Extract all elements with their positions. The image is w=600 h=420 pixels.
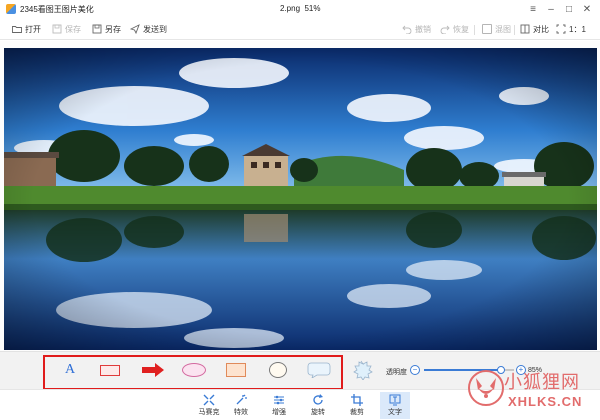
text-icon — [389, 394, 401, 406]
tab-enhance[interactable]: 增强 — [264, 392, 294, 419]
arrow-icon — [142, 363, 164, 377]
toolbar-divider — [474, 25, 475, 35]
save-label: 保存 — [65, 24, 81, 34]
menu-icon[interactable]: ≡ — [524, 2, 542, 16]
cloud-bubble-tool-button[interactable] — [348, 360, 374, 380]
rotate-icon — [312, 394, 324, 406]
save-as-icon — [92, 24, 102, 34]
compare-label: 对比 — [533, 24, 549, 34]
tab-text[interactable]: 文字 — [380, 392, 410, 419]
mosaic-icon — [203, 394, 215, 406]
save-as-label: 另存 — [105, 24, 121, 34]
image-canvas[interactable] — [0, 41, 600, 351]
zoom-level: 51% — [304, 4, 321, 13]
text-tool-button[interactable]: A — [62, 362, 78, 378]
tab-label: 马赛克 — [198, 409, 220, 416]
site-watermark: 小狐狸网 XHLKS.CN — [468, 362, 600, 418]
template-button[interactable]: 混图 — [482, 22, 511, 36]
compare-button[interactable]: 对比 — [520, 22, 549, 36]
redo-button[interactable]: 恢复 — [440, 22, 469, 36]
tab-label: 裁剪 — [350, 409, 364, 416]
tab-label: 旋转 — [311, 409, 325, 416]
toolbar: 打开 保存 另存 发送到 撤销 恢复 混图 对比 1：1 — [0, 18, 600, 40]
circle-icon — [269, 362, 287, 378]
watermark-en-text: XHLKS.CN — [508, 394, 583, 409]
rounded-rect-tool-button[interactable] — [224, 362, 248, 378]
minimize-icon[interactable]: – — [542, 2, 560, 16]
fit-icon — [556, 24, 566, 34]
tab-label: 增强 — [272, 409, 286, 416]
open-label: 打开 — [25, 24, 41, 34]
app-title: 2345看图王图片美化 — [20, 4, 94, 14]
actual-size-button[interactable]: 1：1 — [556, 22, 586, 36]
compare-icon — [520, 24, 530, 34]
watermark-cn-text: 小狐狸网 — [504, 372, 580, 393]
opacity-decrease-button[interactable]: − — [410, 365, 420, 375]
undo-button[interactable]: 撤销 — [402, 22, 431, 36]
circle-tool-button[interactable] — [266, 362, 290, 378]
arrow-tool-button[interactable] — [140, 362, 166, 378]
burst-bubble-icon — [353, 360, 373, 380]
tab-label: 特效 — [234, 409, 248, 416]
title-bar: 2345看图王图片美化 2.png 51% ≡ – □ ✕ — [0, 0, 600, 18]
fox-logo-icon — [468, 370, 504, 406]
send-to-button[interactable]: 发送到 — [129, 22, 167, 36]
save-button[interactable]: 保存 — [52, 22, 81, 36]
toolbar-divider — [514, 25, 515, 35]
speech-bubble-icon — [307, 362, 331, 378]
save-as-button[interactable]: 另存 — [92, 22, 121, 36]
folder-icon — [12, 24, 22, 34]
tab-effects[interactable]: 特效 — [226, 392, 256, 419]
app-logo-icon — [6, 4, 16, 14]
tab-mosaic[interactable]: 马赛克 — [194, 392, 224, 419]
opacity-label: 透明度 — [386, 369, 407, 376]
send-icon — [129, 24, 140, 35]
send-to-label: 发送到 — [143, 24, 167, 34]
undo-label: 撤销 — [415, 24, 431, 34]
redo-label: 恢复 — [453, 24, 469, 34]
text-tool-icon: A — [64, 362, 76, 377]
template-label: 混图 — [495, 24, 511, 34]
file-title: 2.png 51% — [280, 4, 321, 13]
ellipse-tool-button[interactable] — [180, 362, 208, 378]
rectangle-icon — [100, 364, 120, 376]
tab-label: 文字 — [388, 409, 402, 416]
maximize-icon[interactable]: □ — [560, 2, 578, 16]
tab-crop[interactable]: 裁剪 — [342, 392, 372, 419]
effects-icon — [235, 394, 247, 406]
save-icon — [52, 24, 62, 34]
ellipse-icon — [182, 363, 206, 377]
speech-bubble-tool-button[interactable] — [306, 362, 332, 378]
redo-icon — [440, 24, 450, 35]
photo-lake-landscape — [4, 48, 597, 350]
crop-icon — [351, 394, 363, 406]
actual-size-label: 1：1 — [569, 24, 586, 34]
template-icon — [482, 24, 492, 34]
enhance-icon — [273, 394, 285, 406]
open-button[interactable]: 打开 — [12, 22, 41, 36]
rectangle-tool-button[interactable] — [98, 362, 122, 378]
tab-rotate[interactable]: 旋转 — [303, 392, 333, 419]
window-controls: ≡ – □ ✕ — [524, 2, 596, 16]
file-name: 2.png — [280, 4, 301, 13]
close-icon[interactable]: ✕ — [578, 2, 596, 16]
rounded-rectangle-icon — [226, 363, 246, 377]
app-window: 2345看图王图片美化 2.png 51% ≡ – □ ✕ 打开 保存 另存 发… — [0, 0, 600, 420]
undo-icon — [402, 24, 412, 35]
